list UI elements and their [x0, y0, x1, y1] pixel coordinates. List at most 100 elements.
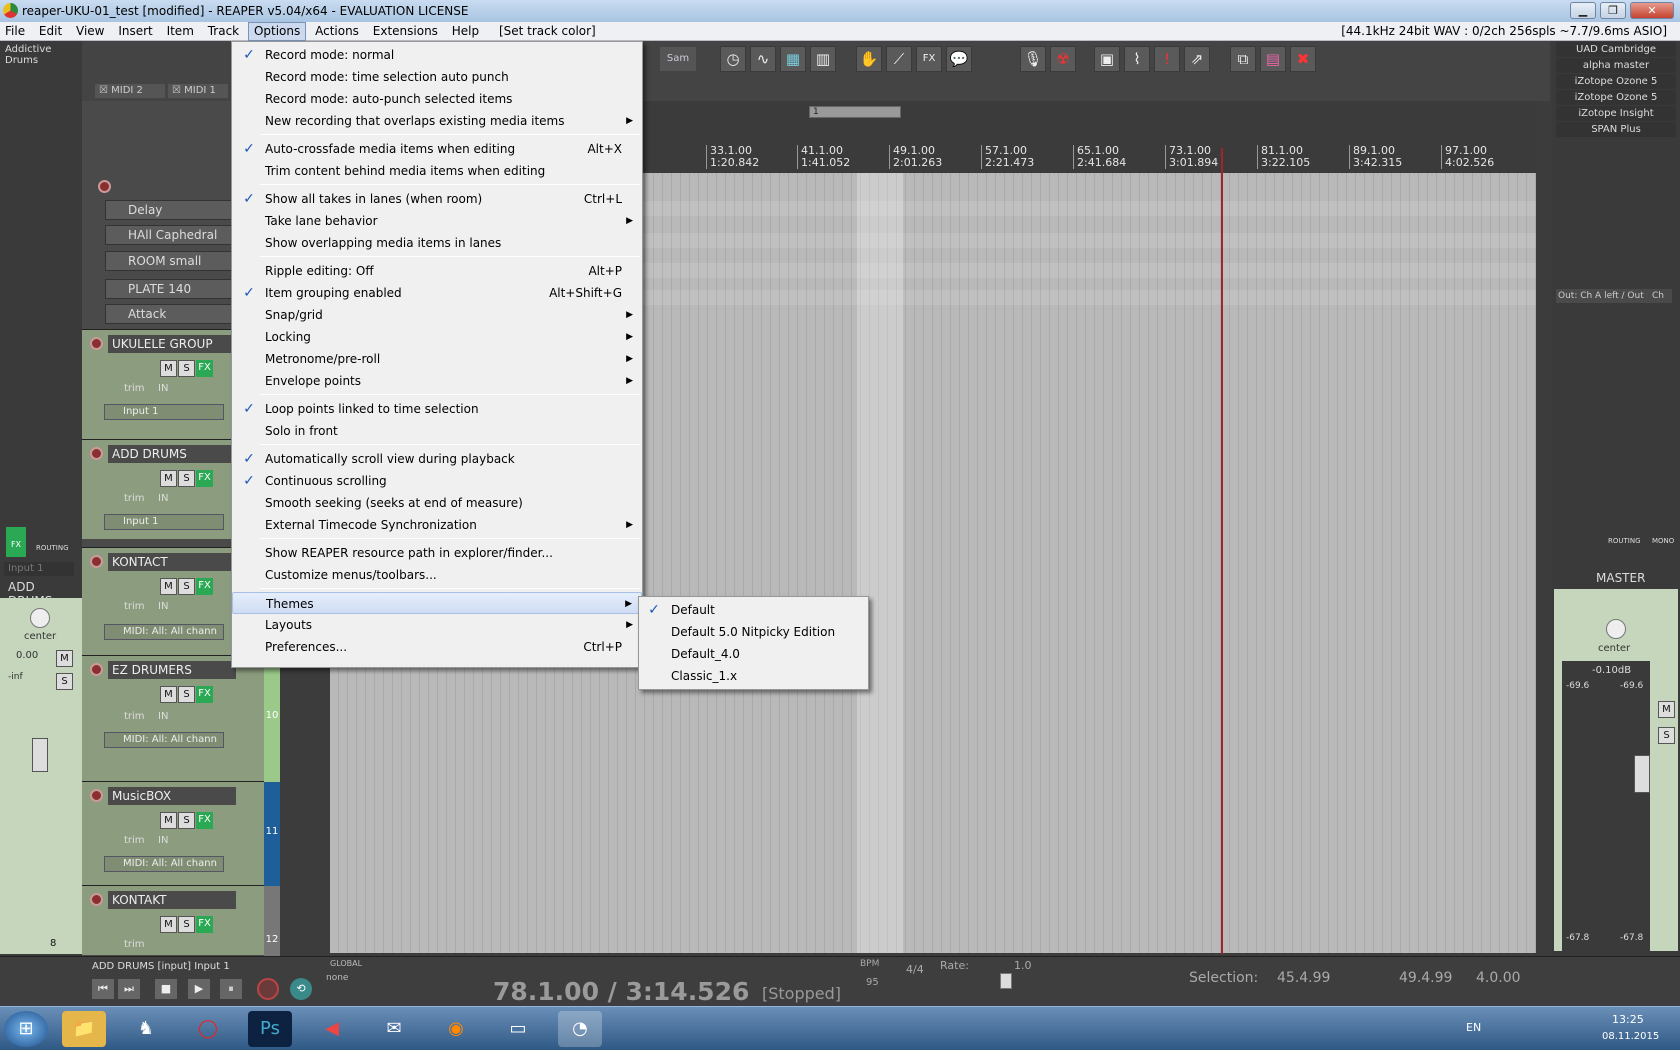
in-label[interactable]: IN	[158, 383, 168, 394]
record-arm-icon[interactable]: ☢	[1050, 46, 1076, 72]
menu-item-customize-menus[interactable]: Customize menus/toolbars...	[232, 564, 642, 586]
input-select[interactable]: MIDI: All: All chann	[104, 624, 224, 640]
in-label[interactable]: IN	[158, 835, 168, 846]
hand-icon[interactable]: ✋	[856, 46, 882, 72]
solo-button[interactable]: S	[178, 578, 195, 595]
menu-item-external-timecode[interactable]: External Timecode Synchronization ▶	[232, 514, 642, 536]
reaper-taskbar-icon[interactable]: ◔	[558, 1011, 602, 1047]
menu-item-locking[interactable]: Locking ▶	[232, 326, 642, 348]
pan-knob[interactable]	[30, 608, 50, 628]
color-icon[interactable]: ▤	[1260, 46, 1286, 72]
mute-button[interactable]: M	[160, 578, 177, 595]
menu-item-resource-path[interactable]: Show REAPER resource path in explorer/fi…	[232, 542, 642, 564]
menu-item[interactable]: Item	[162, 22, 199, 41]
menu-item-metronome[interactable]: Metronome/pre-roll ▶	[232, 348, 642, 370]
menu-item-solo-in-front[interactable]: Solo in front	[232, 420, 642, 442]
solo-button[interactable]: S	[56, 673, 73, 690]
microphone-icon[interactable]: 🎙	[1020, 46, 1046, 72]
theme-item-default[interactable]: ✓ Default	[639, 599, 868, 621]
master-fx-item[interactable]: iZotope Ozone 5 Maximizer	[1556, 90, 1676, 118]
menu-view[interactable]: View	[71, 22, 109, 41]
position-display[interactable]: 78.1.00 / 3:14.526	[493, 977, 749, 1006]
menu-item-item-grouping[interactable]: ✓ Item grouping enabled Alt+Shift+G	[232, 282, 642, 304]
selection-end[interactable]: 49.4.99	[1399, 970, 1452, 986]
app-icon[interactable]: ◀	[310, 1011, 354, 1047]
master-fx-item[interactable]: iZotope Ozone 5 Exciter	[1556, 74, 1676, 102]
track-ez-drumers[interactable]: EZ DRUMERS M S FX trim IN MIDI: All: All…	[82, 655, 280, 782]
master-output-select[interactable]: Out: Ch A left / Out	[1556, 289, 1650, 303]
region-marker[interactable]: 1	[809, 106, 901, 118]
solo-button[interactable]: S	[178, 916, 195, 933]
repeat-button[interactable]: ⟲	[290, 978, 312, 1000]
track-musicbox[interactable]: MusicBOX M S FX trim IN MIDI: All: All c…	[82, 781, 280, 886]
time-selection[interactable]	[857, 173, 903, 953]
theme-item-classic[interactable]: Classic_1.x	[639, 665, 868, 687]
fx-icon[interactable]: FX	[916, 46, 942, 72]
menu-item-envelope-points[interactable]: Envelope points ▶	[232, 370, 642, 392]
fx-track-hall[interactable]: HAll Caphedral	[105, 225, 235, 245]
tab-midi-1[interactable]: ☒ MIDI 1	[168, 84, 228, 98]
menu-item-themes[interactable]: Themes ▶	[232, 592, 642, 614]
menu-insert[interactable]: Insert	[113, 22, 157, 41]
go-to-start-button[interactable]: ⏮	[92, 979, 114, 999]
mixer-icon[interactable]: ▥	[810, 46, 836, 72]
analyzer-icon[interactable]: ⌇	[1124, 46, 1150, 72]
record-arm-icon[interactable]	[90, 893, 103, 906]
time-signature[interactable]: 4/4	[906, 963, 924, 976]
menu-item-smooth-seeking[interactable]: Smooth seeking (seeks at end of measure)	[232, 492, 642, 514]
folder-record-icon[interactable]	[98, 180, 111, 193]
waveform-icon[interactable]: ∿	[750, 46, 776, 72]
input-select[interactable]: MIDI: All: All chann	[104, 856, 224, 872]
track-name[interactable]: EZ DRUMERS	[108, 661, 236, 679]
solo-button[interactable]: S	[178, 812, 195, 829]
audio-status[interactable]: [44.1kHz 24bit WAV : 0/2ch 256spls ~7.7/…	[1336, 22, 1672, 41]
record-arm-icon[interactable]	[90, 555, 103, 568]
record-arm-icon[interactable]	[90, 663, 103, 676]
screenset-icon[interactable]: ▣	[1094, 46, 1120, 72]
fx-track-plate[interactable]: PLATE 140	[105, 279, 235, 299]
minimize-button[interactable]: ▁	[1570, 2, 1596, 19]
input-select[interactable]: Input 1	[104, 404, 224, 420]
record-arm-icon[interactable]	[90, 447, 103, 460]
bpm-value[interactable]: 95	[866, 977, 879, 988]
track-name[interactable]: ADD DRUMS	[108, 445, 236, 463]
comment-icon[interactable]: 💬	[946, 46, 972, 72]
menu-item-auto-scroll[interactable]: ✓ Automatically scroll view during playba…	[232, 448, 642, 470]
master-fader[interactable]	[1634, 755, 1650, 793]
start-button[interactable]: ⊞	[4, 1011, 48, 1047]
fx-button[interactable]: FX	[196, 686, 213, 703]
record-arm-icon[interactable]	[90, 789, 103, 802]
alert-icon[interactable]: !	[1154, 46, 1180, 72]
mute-button[interactable]: M	[160, 470, 177, 487]
menu-item-loop-points-linked[interactable]: ✓ Loop points linked to time selection	[232, 398, 642, 420]
in-label[interactable]: IN	[158, 493, 168, 504]
master-mono-button[interactable]: MONO	[1652, 537, 1674, 545]
clock-date[interactable]: 08.11.2015	[1602, 1031, 1659, 1042]
master-solo-button[interactable]: S	[1658, 727, 1675, 744]
fx-track-attack[interactable]: Attack	[105, 304, 235, 324]
menu-item-layouts[interactable]: Layouts ▶	[232, 614, 642, 636]
solo-button[interactable]: S	[178, 470, 195, 487]
fx-button[interactable]: FX	[196, 360, 213, 377]
menu-file[interactable]: File	[0, 22, 30, 41]
photoshop-icon[interactable]: Ps	[248, 1011, 292, 1047]
mute-button[interactable]: M	[160, 916, 177, 933]
track-name[interactable]: MusicBOX	[108, 787, 236, 805]
menu-item-continuous-scrolling[interactable]: ✓ Continuous scrolling	[232, 470, 642, 492]
record-arm-icon[interactable]	[90, 337, 103, 350]
master-fx-item[interactable]: iZotope Insight	[1556, 106, 1676, 121]
fx-button[interactable]: FX	[196, 812, 213, 829]
menu-edit[interactable]: Edit	[34, 22, 67, 41]
toolbar-sam-button[interactable]: Sam	[660, 47, 696, 71]
delete-icon[interactable]: ✖	[1290, 46, 1316, 72]
solo-button[interactable]: S	[178, 360, 195, 377]
mute-button[interactable]: M	[160, 360, 177, 377]
track-name[interactable]: KONTACT	[108, 553, 236, 571]
menu-item-new-recording-overlap[interactable]: New recording that overlaps existing med…	[232, 110, 642, 132]
go-to-end-button[interactable]: ⏭	[118, 979, 140, 999]
fx-track-room[interactable]: ROOM small	[105, 251, 235, 271]
menu-item-show-takes-lanes[interactable]: ✓ Show all takes in lanes (when room) Ctrl…	[232, 188, 642, 210]
envelope-icon[interactable]: ⟋	[886, 46, 912, 72]
fx-button[interactable]: FX	[196, 470, 213, 487]
input-select[interactable]: Input 1	[4, 562, 74, 576]
